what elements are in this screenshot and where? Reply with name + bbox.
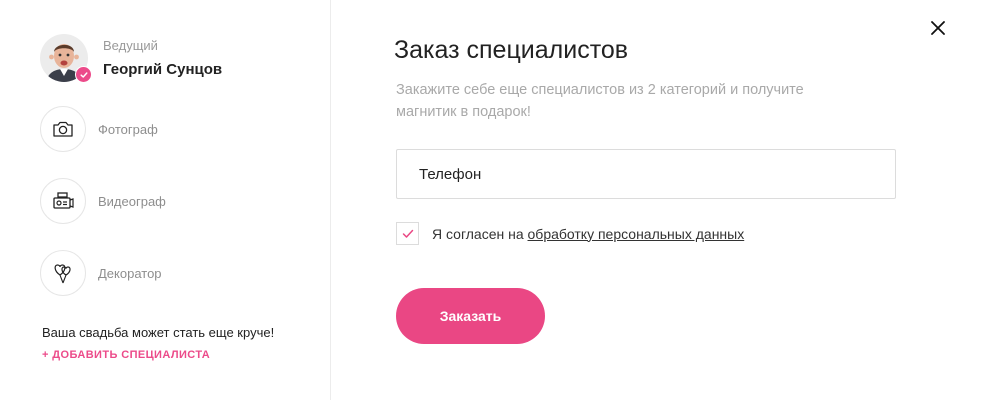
- specialist-item-photographer[interactable]: Фотограф: [40, 106, 158, 152]
- specialist-item-decorator[interactable]: Декоратор: [40, 250, 162, 296]
- video-camera-icon: [40, 178, 86, 224]
- specialists-sidebar: Ведущий Георгий Сунцов Фотограф Видеогра…: [0, 0, 331, 400]
- host-avatar: [40, 34, 92, 83]
- consent-checkbox[interactable]: [396, 222, 419, 245]
- phone-input[interactable]: [396, 149, 896, 199]
- consent-row: Я согласен на обработку персональных дан…: [396, 222, 744, 245]
- order-form: Заказ специалистов Закажите себе еще спе…: [332, 0, 982, 400]
- specialist-label: Декоратор: [98, 265, 162, 281]
- host-name: Георгий Сунцов: [103, 60, 223, 78]
- consent-label: Я согласен на обработку персональных дан…: [432, 226, 744, 242]
- balloons-icon: [40, 250, 86, 296]
- promo-text: Ваша свадьба может стать еще круче!: [42, 325, 275, 340]
- specialist-label: Фотограф: [98, 121, 158, 137]
- close-button[interactable]: [928, 18, 948, 38]
- host-item[interactable]: Ведущий Георгий Сунцов: [40, 34, 223, 83]
- host-role: Ведущий: [103, 37, 158, 53]
- subtitle: Закажите себе еще специалистов из 2 кате…: [396, 82, 804, 120]
- add-specialist-link[interactable]: + добавить специалиста: [42, 349, 210, 361]
- specialist-item-videographer[interactable]: Видеограф: [40, 178, 166, 224]
- privacy-policy-link[interactable]: обработку персональных данных: [528, 226, 745, 242]
- check-icon: [402, 229, 413, 238]
- close-icon: [931, 21, 945, 35]
- specialist-label: Видеограф: [98, 193, 166, 209]
- consent-text: Я согласен на: [432, 225, 524, 242]
- order-button[interactable]: Заказать: [396, 288, 545, 344]
- camera-icon: [40, 106, 86, 152]
- check-icon: [75, 66, 92, 83]
- page-title: Заказ специалистов: [394, 36, 629, 64]
